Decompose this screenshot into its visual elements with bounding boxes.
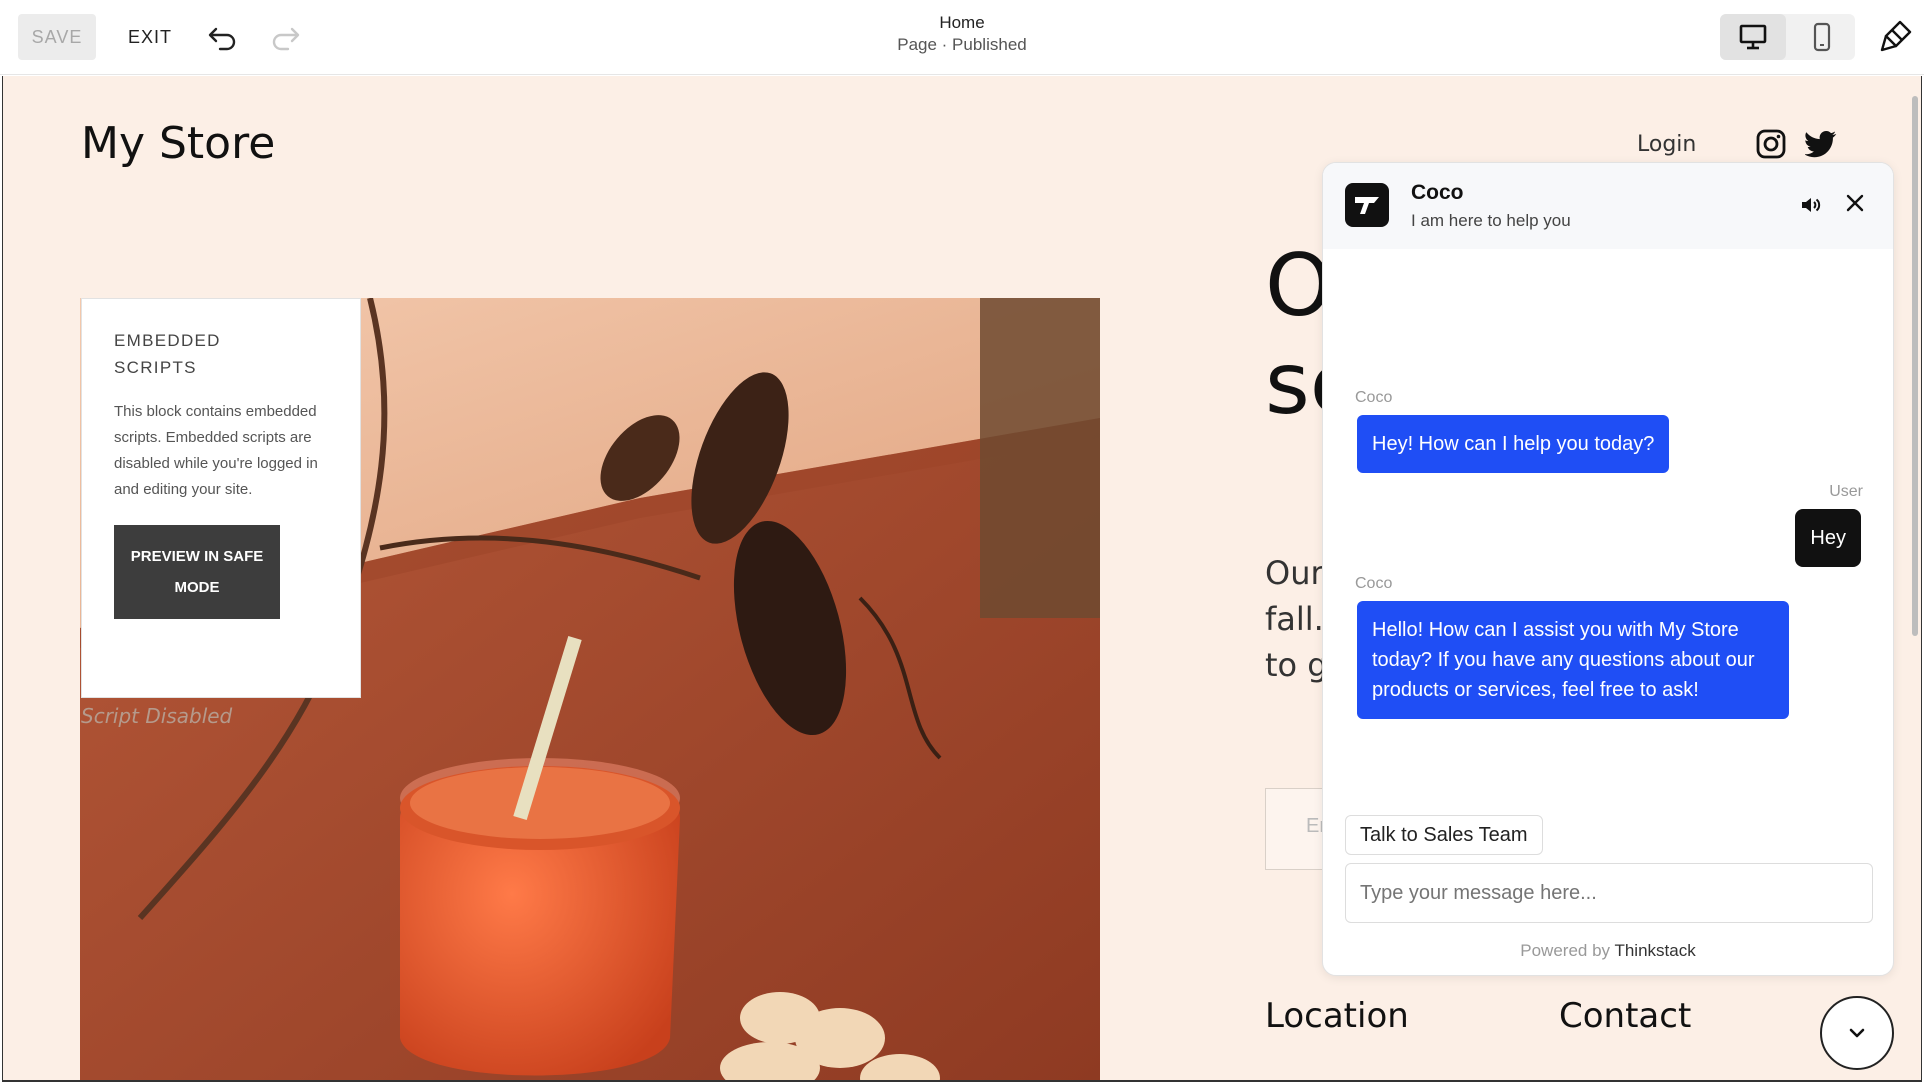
page-status: Page · Published <box>897 35 1027 54</box>
hero-text-line1: Our <box>1265 554 1324 592</box>
embedded-title: EMBEDDED SCRIPTS <box>114 327 328 381</box>
powered-by-label: Powered by <box>1520 941 1611 960</box>
talk-to-sales-button[interactable]: Talk to Sales Team <box>1345 815 1543 855</box>
paintbrush-icon[interactable] <box>1878 18 1914 54</box>
footer-contact-heading: Contact <box>1559 996 1692 1036</box>
message-sender: Coco <box>1355 389 1393 406</box>
desktop-view-button[interactable] <box>1720 14 1786 60</box>
page-scrollbar[interactable] <box>1912 96 1918 636</box>
login-link[interactable]: Login <box>1637 132 1696 157</box>
user-message: Hey <box>1795 509 1861 567</box>
message-sender: Coco <box>1355 575 1393 592</box>
instagram-icon[interactable] <box>1755 128 1787 160</box>
close-icon[interactable] <box>1843 191 1867 215</box>
chat-bot-name: Coco <box>1411 181 1464 204</box>
footer-location-heading: Location <box>1265 996 1409 1036</box>
message-sender: User <box>1829 483 1863 500</box>
hero-text-line3: to g <box>1265 646 1328 684</box>
editor-toolbar: SAVE EXIT Home Page · Published <box>0 0 1924 75</box>
desktop-icon <box>1739 24 1767 50</box>
embedded-title-line2: SCRIPTS <box>114 358 197 377</box>
preview-safe-mode-button[interactable]: PREVIEW IN SAFE MODE <box>114 525 280 619</box>
thinkstack-logo-icon <box>1345 183 1389 227</box>
bot-message: Hey! How can I help you today? <box>1357 415 1670 473</box>
embedded-description: This block contains embedded scripts. Em… <box>114 403 318 498</box>
chat-header: Coco I am here to help you <box>1323 163 1893 249</box>
chat-message-input[interactable] <box>1345 863 1873 923</box>
chat-tagline: I am here to help you <box>1411 211 1571 230</box>
powered-by-brand-link[interactable]: Thinkstack <box>1614 941 1695 960</box>
scroll-down-button[interactable] <box>1820 996 1894 1070</box>
embedded-title-line1: EMBEDDED <box>114 331 221 350</box>
script-disabled-label: Script Disabled <box>81 704 233 728</box>
powered-by: Powered by Thinkstack <box>1323 941 1893 961</box>
chat-widget: Coco I am here to help you Coco Hey! How… <box>1322 162 1894 976</box>
mobile-icon <box>1813 22 1831 52</box>
speaker-icon[interactable] <box>1799 193 1823 217</box>
store-title[interactable]: My Store <box>81 118 275 169</box>
bot-message: Hello! How can I assist you with My Stor… <box>1357 601 1789 719</box>
device-view-toggle <box>1720 14 1855 60</box>
page-title[interactable]: Home <box>0 12 1924 34</box>
twitter-icon[interactable] <box>1804 130 1837 158</box>
hero-text-line2: fall. <box>1265 600 1324 638</box>
mobile-view-button[interactable] <box>1789 14 1855 60</box>
chevron-down-icon <box>1849 1028 1865 1038</box>
embedded-scripts-notice: EMBEDDED SCRIPTS This block contains emb… <box>81 298 361 698</box>
